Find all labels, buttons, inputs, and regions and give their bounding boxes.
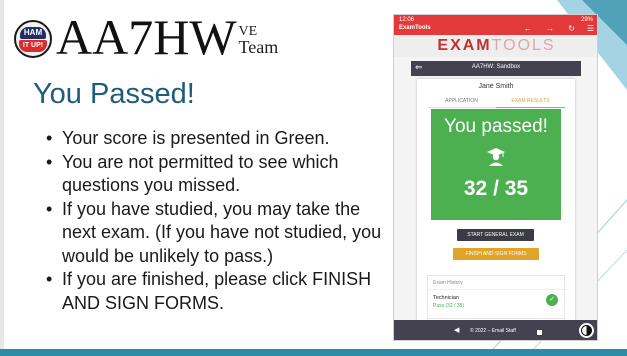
bullet-item: You are not permitted to see which quest…: [44, 151, 384, 198]
history-exam-status: Pass (32 / 35): [433, 303, 465, 309]
browser-nav-icons[interactable]: ← → ↻: [524, 24, 581, 33]
contrast-toggle-icon[interactable]: [579, 323, 594, 338]
android-nav-bar: ◀ © 2022 – Email Staff: [394, 320, 597, 340]
tab-bar: APPLICATION EXAM RESULTS: [427, 96, 565, 108]
bullet-item: If you are finished, please click FINISH…: [44, 268, 384, 315]
bullet-item: Your score is presented in Green.: [44, 127, 384, 151]
result-panel: You passed! 32 / 35: [431, 109, 561, 220]
slide-title: You Passed!: [33, 78, 195, 110]
badge-bottom-text: IT UP!: [19, 40, 47, 52]
result-message: You passed!: [444, 116, 548, 137]
score-value: 32 / 35: [463, 177, 529, 200]
status-app-name: ExamTools: [399, 25, 431, 31]
badge-top-text: HAM: [20, 27, 46, 39]
battery-indicator: 29%: [580, 17, 593, 23]
history-divider: [428, 289, 566, 290]
app-bar-title: AA7HW: Sandbox: [471, 64, 521, 70]
status-bar: 12:06 ExamTools 29% ← → ↻ ☰: [394, 15, 597, 35]
exam-card: Jane Smith APPLICATION EXAM RESULTS You …: [417, 79, 575, 331]
android-back-icon[interactable]: ◀: [454, 326, 459, 334]
start-general-exam-button[interactable]: START GENERAL EXAM: [457, 229, 534, 241]
finish-and-sign-forms-label: FINISH AND SIGN FORMS: [465, 251, 527, 257]
menu-icon[interactable]: ☰: [587, 24, 594, 33]
tab-exam-results[interactable]: EXAM RESULTS: [496, 98, 565, 108]
exam-history-label: Exam History: [433, 280, 463, 286]
status-time: 12:06: [399, 17, 415, 23]
banner-bold: EXAM: [437, 37, 492, 54]
exam-history-panel: Exam History Technician Pass (32 / 35) ✓: [427, 275, 566, 319]
history-exam-name: Technician: [433, 295, 459, 301]
bullet-list: Your score is presented in Green. You ar…: [44, 127, 384, 315]
candidate-name: Jane Smith: [478, 83, 514, 90]
bullet-item: If you have studied, you may take the ne…: [44, 198, 384, 269]
tablet-screenshot: 12:06 ExamTools 29% ← → ↻ ☰ EXAMTOOLS ⇐ …: [393, 14, 598, 341]
certificate-icon[interactable]: ✓: [546, 294, 558, 306]
ham-it-up-badge-icon: HAM IT UP!: [14, 20, 52, 58]
footer-text[interactable]: © 2022 – Email Staff: [470, 328, 516, 334]
logo-team: Team: [238, 37, 279, 57]
slide-left-edge: [0, 0, 4, 356]
tab-application[interactable]: APPLICATION: [427, 98, 496, 104]
android-square-icon[interactable]: [537, 330, 542, 335]
graduate-icon: [487, 148, 505, 166]
slide-bottom-bar: [0, 349, 627, 356]
start-general-exam-label: START GENERAL EXAM: [467, 232, 524, 238]
logo: HAM IT UP! AA7HW VE Team: [14, 9, 279, 65]
examtools-banner: EXAMTOOLS: [394, 35, 597, 57]
app-bar: ⇐ AA7HW: Sandbox: [411, 61, 581, 76]
logo-ve-team: VE Team: [238, 25, 279, 57]
banner-light: TOOLS: [491, 37, 556, 54]
logo-callsign: AA7HW: [56, 9, 237, 65]
finish-and-sign-forms-button[interactable]: FINISH AND SIGN FORMS: [453, 248, 539, 260]
